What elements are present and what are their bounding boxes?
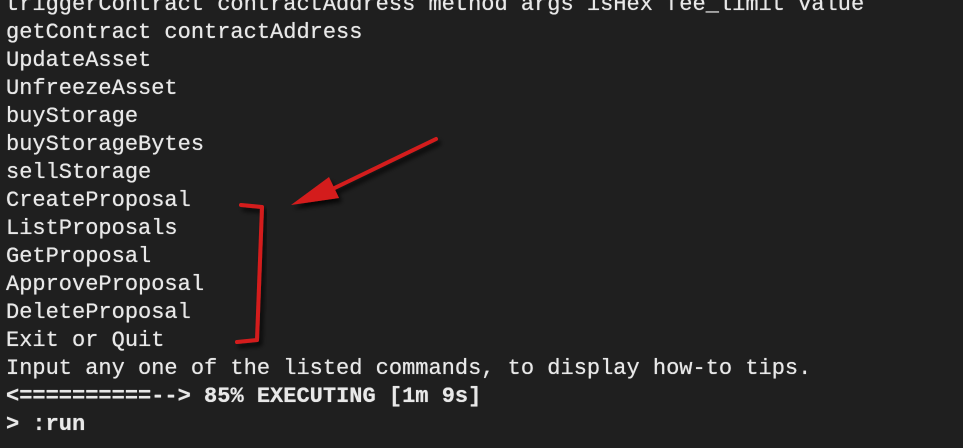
command-line-unfreeze-asset: UnfreezeAsset xyxy=(6,76,178,101)
terminal-window: triggerContract contractAddress method a… xyxy=(0,0,963,448)
command-line-exit: Exit or Quit xyxy=(6,328,165,353)
command-line-get-proposal: GetProposal xyxy=(6,244,152,269)
progress-elapsed: [1m 9s] xyxy=(388,384,482,409)
command-line-create-proposal: CreateProposal xyxy=(6,188,191,213)
terminal-output: triggerContract contractAddress method a… xyxy=(6,0,864,439)
prompt-command[interactable]: :run xyxy=(32,411,85,439)
help-hint-text: Input any one of the listed commands, to… xyxy=(6,356,812,381)
prompt-line[interactable]: > :run xyxy=(6,411,864,439)
command-line-update-asset: UpdateAsset xyxy=(6,48,152,73)
prompt-symbol: > xyxy=(6,412,20,437)
progress-percent: 85% xyxy=(204,384,244,409)
command-line-buy-storage: buyStorage xyxy=(6,104,139,129)
command-line-get-contract: getContract contractAddress xyxy=(6,20,363,45)
command-line-list-proposals: ListProposals xyxy=(6,216,178,241)
progress-bar: <==========--> xyxy=(6,384,191,409)
command-line-sell-storage: sellStorage xyxy=(6,160,152,185)
progress-status: EXECUTING xyxy=(256,384,376,409)
command-line-approve-proposal: ApproveProposal xyxy=(6,272,205,297)
command-line-delete-proposal: DeleteProposal xyxy=(6,300,191,325)
command-line-trigger-contract: triggerContract contractAddress method a… xyxy=(6,0,865,17)
progress-line: <==========--> 85% EXECUTING [1m 9s] xyxy=(6,383,864,411)
command-line-buy-storage-bytes: buyStorageBytes xyxy=(6,132,205,157)
